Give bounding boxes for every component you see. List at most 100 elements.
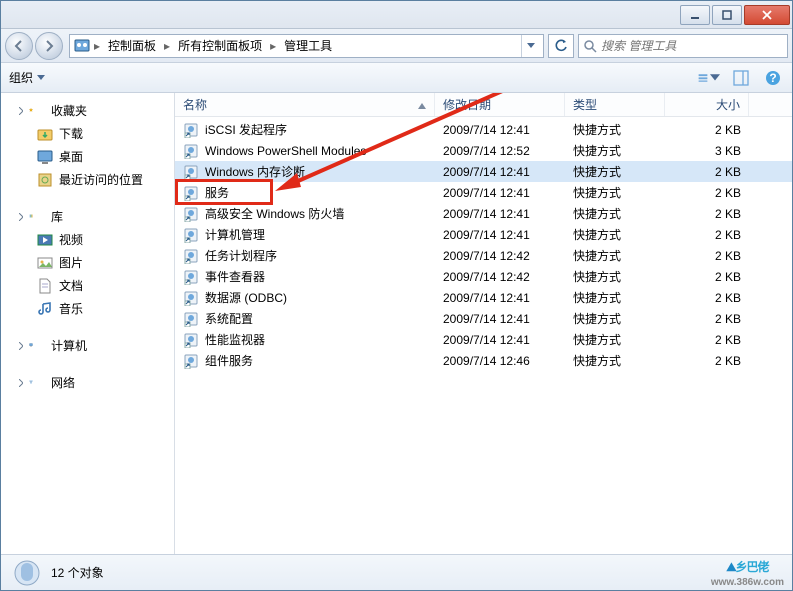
file-type: 快捷方式 [565,310,665,327]
sidebar-item-桌面[interactable]: 桌面 [1,145,174,168]
sidebar-item-文档[interactable]: 文档 [1,274,174,297]
watermark-url: www.386w.com [711,577,784,588]
status-bar: 12 个对象 [1,554,792,590]
sidebar-item-下载[interactable]: 下载 [1,122,174,145]
sidebar-item-视频[interactable]: 视频 [1,228,174,251]
file-list: 名称 修改日期 类型 大小 iSCSI 发起程序2009/7/14 12:41快… [175,93,792,554]
search-box[interactable] [578,34,788,58]
file-name: 服务 [205,184,229,201]
shortcut-file-icon [183,227,199,243]
sidebar-group-网络[interactable]: 网络 [1,371,174,394]
star-icon [29,103,45,119]
table-row[interactable]: 数据源 (ODBC)2009/7/14 12:41快捷方式2 KB [175,287,792,308]
address-dropdown[interactable] [521,35,539,57]
file-type: 快捷方式 [565,205,665,222]
maximize-button[interactable] [712,5,742,25]
organize-menu[interactable]: 组织 [9,69,45,86]
file-size: 2 KB [665,312,749,326]
file-type: 快捷方式 [565,142,665,159]
view-button[interactable] [698,67,720,89]
music-icon [37,301,53,317]
table-row[interactable]: Windows PowerShell Modules2009/7/14 12:5… [175,140,792,161]
breadcrumb-item[interactable]: 管理工具 [280,35,336,56]
file-date: 2009/7/14 12:52 [435,144,565,158]
expand-icon [19,379,23,387]
breadcrumb-item[interactable]: 所有控制面板项 [174,35,266,56]
forward-button[interactable] [35,32,63,60]
table-row[interactable]: 任务计划程序2009/7/14 12:42快捷方式2 KB [175,245,792,266]
table-row[interactable]: 系统配置 2009/7/14 12:41快捷方式2 KB [175,308,792,329]
back-button[interactable] [5,32,33,60]
table-row[interactable]: 事件查看器2009/7/14 12:42快捷方式2 KB [175,266,792,287]
document-icon [37,278,53,294]
shortcut-file-icon [183,353,199,369]
file-type: 快捷方式 [565,352,665,369]
file-name: Windows 内存诊断 [205,163,305,180]
column-date[interactable]: 修改日期 [435,93,565,116]
column-name[interactable]: 名称 [175,93,435,116]
expand-icon [19,213,23,221]
navigation-pane: 收藏夹下载桌面最近访问的位置库视频图片文档音乐计算机网络 [1,93,175,554]
file-size: 2 KB [665,354,749,368]
table-row[interactable]: iSCSI 发起程序2009/7/14 12:41快捷方式2 KB [175,119,792,140]
organize-label: 组织 [9,69,33,86]
sidebar-item-最近访问的位置[interactable]: 最近访问的位置 [1,168,174,191]
file-date: 2009/7/14 12:41 [435,186,565,200]
file-size: 2 KB [665,228,749,242]
desktop-icon [37,149,53,165]
file-name: 系统配置 [205,310,253,327]
minimize-button[interactable] [680,5,710,25]
file-name: 事件查看器 [205,268,265,285]
sidebar-item-音乐[interactable]: 音乐 [1,297,174,320]
sidebar-item-label: 文档 [59,277,83,294]
titlebar [1,1,792,29]
close-button[interactable] [744,5,790,25]
file-name: 计算机管理 [205,226,265,243]
sidebar-group-库[interactable]: 库 [1,205,174,228]
table-row[interactable]: 组件服务2009/7/14 12:46快捷方式2 KB [175,350,792,371]
preview-pane-button[interactable] [730,67,752,89]
svg-text:?: ? [769,71,776,85]
file-size: 2 KB [665,270,749,284]
computer-icon [29,338,45,354]
file-type: 快捷方式 [565,163,665,180]
sidebar-group-label: 库 [51,208,63,225]
table-row[interactable]: Windows 内存诊断2009/7/14 12:41快捷方式2 KB [175,161,792,182]
main-area: 收藏夹下载桌面最近访问的位置库视频图片文档音乐计算机网络 名称 修改日期 类型 … [1,93,792,554]
picture-icon [37,255,53,271]
chevron-down-icon [37,75,45,81]
sort-asc-icon [418,98,426,112]
sidebar-item-label: 最近访问的位置 [59,171,143,188]
table-row[interactable]: 高级安全 Windows 防火墙2009/7/14 12:41快捷方式2 KB [175,203,792,224]
sidebar-item-label: 桌面 [59,148,83,165]
network-icon [29,375,45,391]
column-type[interactable]: 类型 [565,93,665,116]
file-date: 2009/7/14 12:41 [435,165,565,179]
file-type: 快捷方式 [565,268,665,285]
column-size[interactable]: 大小 [665,93,749,116]
help-button[interactable]: ? [762,67,784,89]
address-bar[interactable]: ▸ 控制面板 ▸ 所有控制面板项 ▸ 管理工具 [69,34,544,58]
folder-info-icon [13,559,41,587]
breadcrumb-item[interactable]: 控制面板 [104,35,160,56]
watermark: ⛰乡巴佬 www.386w.com [711,551,784,588]
refresh-button[interactable] [548,34,574,58]
file-size: 2 KB [665,291,749,305]
column-name-label: 名称 [183,96,207,113]
table-row[interactable]: 计算机管理2009/7/14 12:41快捷方式2 KB [175,224,792,245]
video-icon [37,232,53,248]
sidebar-group-计算机[interactable]: 计算机 [1,334,174,357]
file-date: 2009/7/14 12:41 [435,291,565,305]
breadcrumb-sep: ▸ [162,39,172,53]
file-type: 快捷方式 [565,247,665,264]
sidebar-group-收藏夹[interactable]: 收藏夹 [1,99,174,122]
sidebar-item-图片[interactable]: 图片 [1,251,174,274]
table-row[interactable]: 性能监视器2009/7/14 12:41快捷方式2 KB [175,329,792,350]
search-input[interactable] [601,39,783,53]
file-type: 快捷方式 [565,331,665,348]
file-name: 数据源 (ODBC) [205,289,287,306]
table-row[interactable]: 服务2009/7/14 12:41快捷方式2 KB [175,182,792,203]
file-name: 性能监视器 [205,331,265,348]
shortcut-file-icon [183,248,199,264]
file-date: 2009/7/14 12:41 [435,312,565,326]
